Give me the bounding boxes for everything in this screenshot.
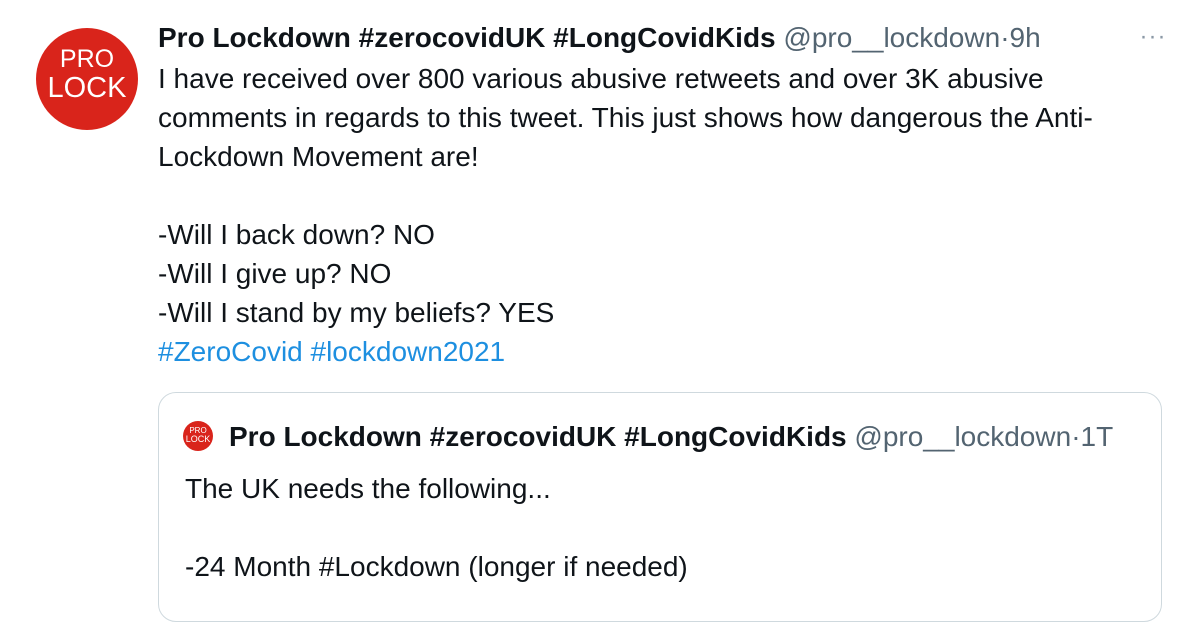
- tweet-text: I have received over 800 various abusive…: [158, 59, 1168, 371]
- quoted-tweet-header: Pro Lockdown #zerocovidUK #LongCovidKids…: [229, 417, 1113, 457]
- quoted-separator-dot: ·: [1071, 421, 1081, 452]
- quoted-text-line: The UK needs the following...: [185, 473, 551, 504]
- tweet-text-line: I have received over 800 various abusive…: [158, 63, 1044, 94]
- hashtag-zerocovid[interactable]: #ZeroCovid: [158, 336, 303, 367]
- quoted-display-name: Pro Lockdown #zerocovidUK #LongCovidKids: [229, 421, 847, 452]
- user-handle[interactable]: @pro__lockdown: [783, 22, 1000, 53]
- quoted-text-line: [185, 508, 1145, 547]
- display-name[interactable]: Pro Lockdown #zerocovidUK #LongCovidKids: [158, 22, 776, 53]
- tweet-text-line: Lockdown Movement are!: [158, 141, 479, 172]
- hashtag-lockdown2021[interactable]: #lockdown2021: [311, 336, 506, 367]
- tweet-text-line: [158, 176, 1168, 215]
- quoted-text-line: -24 Month #Lockdown (longer if needed): [185, 551, 688, 582]
- quoted-tweet[interactable]: PRO LOCK Pro Lockdown #zerocovidUK #Long…: [158, 392, 1162, 622]
- tweet-text-line: -Will I stand by my beliefs? YES: [158, 297, 555, 328]
- quoted-avatar-text-bottom: LOCK: [185, 434, 211, 444]
- tweet-header: Pro Lockdown #zerocovidUK #LongCovidKids…: [158, 18, 1041, 58]
- avatar-text-top: PRO: [59, 45, 115, 73]
- avatar-text-bottom: LOCK: [47, 72, 127, 104]
- tweet-text-line: -Will I back down? NO: [158, 219, 435, 250]
- timestamp[interactable]: 9h: [1010, 22, 1041, 53]
- hashtag-line: #ZeroCovid #lockdown2021: [158, 332, 1168, 371]
- quoted-timestamp: 1T: [1080, 421, 1114, 452]
- avatar[interactable]: PRO LOCK: [36, 28, 138, 130]
- quoted-avatar[interactable]: PRO LOCK: [183, 421, 213, 451]
- quoted-tweet-text: The UK needs the following... -24 Month …: [185, 469, 1145, 586]
- tweet[interactable]: PRO LOCK Pro Lockdown #zerocovidUK #Long…: [0, 0, 1200, 622]
- separator-dot: ·: [1000, 22, 1010, 53]
- more-options-icon[interactable]: ···: [1138, 22, 1168, 52]
- tweet-text-line: -Will I give up? NO: [158, 258, 392, 289]
- quoted-user-handle: @pro__lockdown: [854, 421, 1072, 452]
- tweet-text-line: comments in regards to this tweet. This …: [158, 102, 1093, 133]
